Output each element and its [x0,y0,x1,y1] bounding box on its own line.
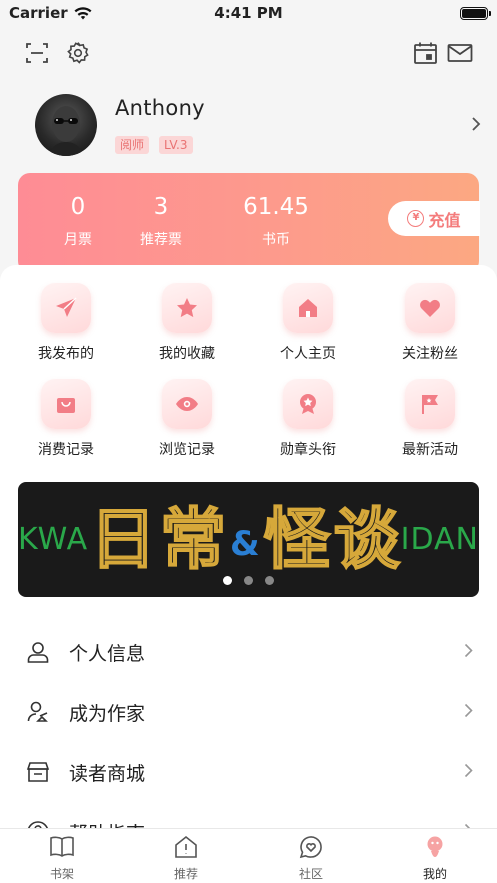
calendar-icon[interactable] [411,40,439,66]
battery-icon [460,6,491,20]
recommend-icon [175,835,197,858]
grid-item-label: 个人主页 [280,346,336,362]
banner-title: 日常&怪谈 [89,500,404,579]
menu-item-label: 读者商城 [69,762,146,785]
coin-label: 书币 [262,232,290,248]
tab-label: 社区 [298,867,323,881]
grid-item-label: 勋章头衔 [280,442,336,458]
main-card: 我发布的 我的收藏 个人主页 关注粉丝 消费记录 浏览记录 勋章头衔 最新活动 [0,265,497,845]
grid-item-history[interactable]: 浏览记录 [137,379,237,459]
page-dot[interactable] [244,576,253,585]
settings-menu: 个人信息 成为作家 读者商城 帮助指南 [0,622,497,862]
banner-right-text: IDAN [400,522,479,557]
level-badge: LV.3 [159,136,193,154]
recommend-ticket-stat[interactable]: 3 推荐票 [131,193,191,249]
carrier-label: Carrier [9,4,68,22]
grid-item-follow[interactable]: 关注粉丝 [380,283,480,363]
grid-item-published[interactable]: 我发布的 [16,283,116,363]
home-icon [283,283,333,333]
grid-item-label: 最新活动 [402,442,458,458]
monthly-ticket-stat[interactable]: 0 月票 [48,193,108,249]
monthly-ticket-label: 月票 [64,232,92,248]
tab-label: 书架 [49,867,74,881]
tab-bar: 书架 推荐 社区 我的 [0,828,497,883]
status-bar: Carrier 4:41 PM [0,0,497,26]
writer-icon [25,699,51,725]
page-dot[interactable] [265,576,274,585]
eye-icon [162,379,212,429]
page-dot-active[interactable] [223,576,232,585]
grid-item-label: 消费记录 [38,442,94,458]
grid-item-label: 关注粉丝 [402,346,458,362]
profile-icon [427,836,443,857]
grid-item-favorites[interactable]: 我的收藏 [137,283,237,363]
promo-banner[interactable]: KWA IDAN 日常&怪谈 [18,482,479,597]
menu-item-profile-info[interactable]: 个人信息 [0,622,497,682]
wifi-icon [74,6,92,19]
tab-mine[interactable]: 我的 [395,835,475,882]
menu-item-become-writer[interactable]: 成为作家 [0,682,497,742]
coin-value: 61.45 [243,194,309,220]
monthly-ticket-value: 0 [70,194,86,220]
grid-item-activities[interactable]: 最新活动 [380,379,480,459]
heart-icon [405,283,455,333]
star-icon [162,283,212,333]
role-badge: 阅师 [115,136,150,154]
chevron-right-icon [464,763,473,778]
recharge-button[interactable]: ¥ 充值 [388,201,480,236]
bag-icon [41,379,91,429]
recommend-ticket-label: 推荐票 [140,232,182,248]
banner-left-text: KWA [18,522,89,557]
tab-label: 我的 [422,867,447,881]
chevron-right-icon [472,117,481,131]
user-icon [25,639,51,665]
avatar[interactable] [35,94,97,156]
coin-stat[interactable]: 61.45 书币 [231,193,321,249]
username: Anthony [115,96,205,120]
recharge-label: 充值 [428,210,461,230]
user-tags: 阅师 LV.3 [115,136,193,154]
menu-item-label: 个人信息 [69,642,146,665]
profile-header[interactable]: Anthony 阅师 LV.3 [35,94,481,158]
tab-recommend[interactable]: 推荐 [146,835,226,882]
gear-icon[interactable] [65,40,91,66]
wallet-card: 0 月票 3 推荐票 61.45 书币 ¥ 充值 [18,173,480,273]
recommend-ticket-value: 3 [153,194,169,220]
grid-item-homepage[interactable]: 个人主页 [258,283,358,363]
tab-label: 推荐 [173,867,198,881]
grid-item-label: 浏览记录 [159,442,215,458]
mail-icon[interactable] [446,40,474,66]
paper-plane-icon [41,283,91,333]
scan-icon[interactable] [24,40,50,66]
community-icon [299,836,322,859]
chevron-right-icon [464,703,473,718]
tab-bookshelf[interactable]: 书架 [22,835,102,882]
grid-item-consumption[interactable]: 消费记录 [16,379,116,459]
tab-community[interactable]: 社区 [271,835,351,882]
top-toolbar [0,38,497,70]
grid-item-label: 我发布的 [38,346,94,362]
grid-item-medals[interactable]: 勋章头衔 [258,379,358,459]
book-icon [50,836,74,857]
flag-icon [405,379,455,429]
grid-item-label: 我的收藏 [159,346,215,362]
chevron-right-icon [464,643,473,658]
yuan-icon: ¥ [407,210,425,227]
store-icon [25,759,51,785]
banner-pagination[interactable] [18,576,479,585]
medal-icon [283,379,333,429]
menu-item-label: 成为作家 [69,702,146,725]
menu-item-reader-store[interactable]: 读者商城 [0,742,497,802]
